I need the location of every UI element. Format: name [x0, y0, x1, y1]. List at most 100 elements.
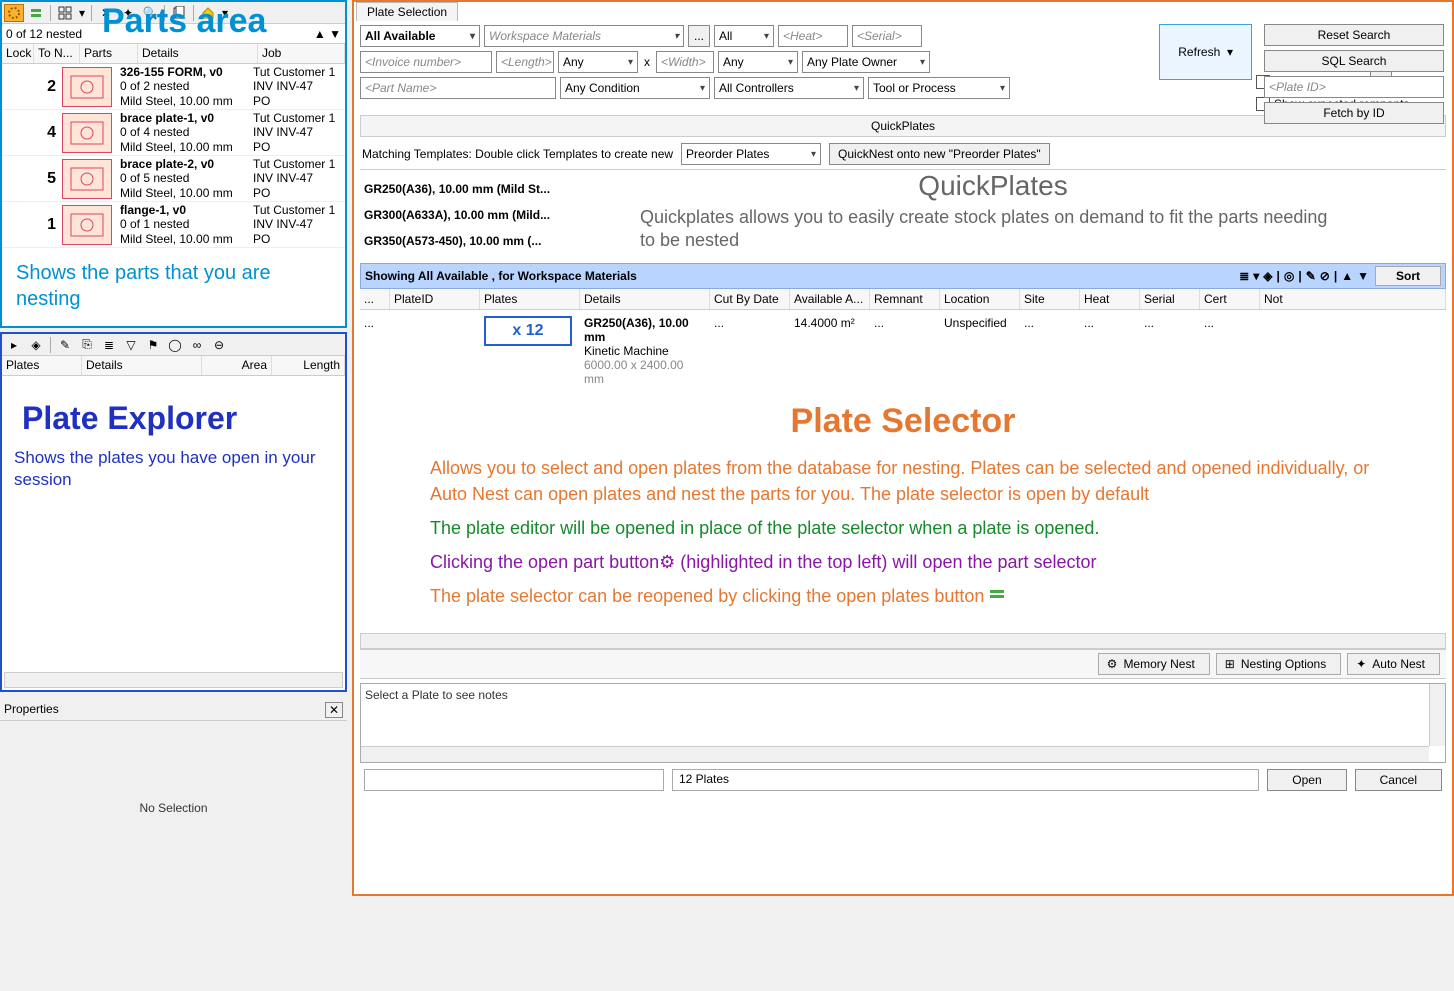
clip-icon[interactable]: ⎘ [77, 336, 97, 354]
parts-grid-header: Lock To N... Parts Details Job [2, 44, 345, 64]
filter-icon[interactable]: ▽ [121, 336, 141, 354]
options-icon: ⊞ [1225, 657, 1235, 671]
notes-hscroll[interactable] [361, 746, 1429, 762]
plate-thumbnail: x 12 [484, 316, 572, 346]
tools-icon[interactable]: ✕ [96, 4, 116, 22]
quicknest-button[interactable]: QuickNest onto new "Preorder Plates" [829, 143, 1050, 165]
plate-explorer-caption: Shows the plates you have open in your s… [2, 447, 345, 491]
footer-slot[interactable] [364, 769, 664, 791]
tag-icon[interactable]: ◈ [26, 336, 46, 354]
plate-selection-panel: Plate Selection All Available Workspace … [352, 0, 1454, 896]
plate-selector-title: Plate Selector [430, 396, 1376, 451]
dropdown-icon[interactable]: ▾ [77, 4, 87, 22]
partname-input[interactable]: <Part Name> [360, 77, 556, 99]
tag2-icon[interactable]: ◈ [1263, 269, 1272, 283]
gear-icon: ⚙ [659, 552, 675, 572]
part-thumbnail [62, 205, 112, 245]
template-item[interactable]: GR300(A633A), 10.00 mm (Mild... [364, 202, 596, 228]
brush2-icon[interactable]: ✎ [1306, 269, 1316, 283]
collapse-up-icon[interactable]: ▲ [314, 27, 326, 41]
open-button[interactable]: Open [1267, 769, 1346, 791]
nesting-options-button[interactable]: ⊞Nesting Options [1216, 653, 1341, 675]
memory-nest-button[interactable]: ⚙Memory Nest [1098, 653, 1210, 675]
template-item[interactable]: GR350(A573-450), 10.00 mm (... [364, 228, 596, 254]
any1-combo[interactable]: Any [558, 51, 638, 73]
plate-grid-header: ... PlateID Plates Details Cut By Date A… [360, 289, 1446, 310]
sort-button[interactable]: Sort [1375, 266, 1441, 286]
part-row[interactable]: 4 brace plate-1, v00 of 4 nestedMild Ste… [2, 110, 345, 156]
grid-icon[interactable] [55, 4, 75, 22]
properties-body: No Selection [0, 721, 347, 895]
parts-panel: ▾ ✕ ✦ 🔍 ▾ 0 of 12 nested ▲ ▼ Parts area … [0, 0, 347, 328]
up-icon[interactable]: ▲ [1341, 269, 1353, 283]
home-icon[interactable] [198, 4, 218, 22]
materials-more-button[interactable]: ... [688, 25, 710, 47]
pe-scrollbar[interactable] [4, 672, 343, 688]
part-thumbnail [62, 67, 112, 107]
parts-toolbar: ▾ ✕ ✦ 🔍 ▾ [2, 2, 345, 24]
length-input[interactable]: <Length> [496, 51, 554, 73]
collapse-down-icon[interactable]: ▼ [329, 27, 341, 41]
plateid-input[interactable]: <Plate ID> [1264, 76, 1444, 98]
part-row[interactable]: 5 brace plate-2, v00 of 5 nestedMild Ste… [2, 156, 345, 202]
open-plates-icon[interactable] [26, 4, 46, 22]
tool-combo[interactable]: Tool or Process [868, 77, 1010, 99]
part-row[interactable]: 1 flange-1, v00 of 1 nestedMild Steel, 1… [2, 202, 345, 248]
template-item[interactable]: GR250(A36), 10.00 mm (Mild St... [364, 176, 596, 202]
notes-vscroll[interactable] [1429, 684, 1445, 746]
pin-icon[interactable]: ▸ [4, 336, 24, 354]
parts-caption: Shows the parts that you are nesting [2, 248, 345, 324]
any2-combo[interactable]: Any [718, 51, 798, 73]
brush-icon[interactable]: ✎ [55, 336, 75, 354]
target-icon[interactable]: ◎ [1284, 269, 1294, 283]
refresh-button[interactable]: Refresh ▾ [1159, 24, 1252, 80]
flag-icon[interactable]: ⚑ [143, 336, 163, 354]
controllers-combo[interactable]: All Controllers [714, 77, 864, 99]
down-icon[interactable]: ▼ [1357, 269, 1369, 283]
properties-title: Properties [4, 702, 59, 718]
all-combo[interactable]: All [714, 25, 774, 47]
list-icon[interactable]: ≣ [1239, 269, 1249, 283]
hscrollbar[interactable] [360, 633, 1446, 649]
plate-grid-row[interactable]: ... x 12 GR250(A36), 10.00 mm Kinetic Ma… [360, 310, 1446, 392]
minus-icon[interactable]: ⊖ [209, 336, 229, 354]
condition-combo[interactable]: Any Condition [560, 77, 710, 99]
part-thumbnail [62, 113, 112, 153]
notes-box[interactable]: Select a Plate to see notes [360, 683, 1446, 763]
tab-plate-selection[interactable]: Plate Selection [356, 2, 458, 21]
open-part-icon[interactable] [4, 4, 24, 22]
fetch-by-id-button[interactable]: Fetch by ID [1264, 102, 1444, 124]
availability-combo[interactable]: All Available [360, 25, 480, 47]
wand2-icon: ✦ [1356, 657, 1366, 671]
block-icon[interactable]: ⊘ [1320, 269, 1330, 283]
part-row[interactable]: 2 326-155 FORM, v00 of 2 nestedMild Stee… [2, 64, 345, 110]
preorder-combo[interactable]: Preorder Plates [681, 143, 821, 165]
globe-icon[interactable]: ◯ [165, 336, 185, 354]
plate-explorer-title: Plate Explorer [2, 376, 345, 447]
wand-icon[interactable]: ✦ [118, 4, 138, 22]
showing-label: Showing All Available , for Workspace Ma… [365, 269, 637, 283]
plate-explorer-toolbar: ▸ ◈ ✎ ⎘ ≣ ▽ ⚑ ◯ ∞ ⊖ [2, 334, 345, 356]
home-dropdown-icon[interactable]: ▾ [220, 4, 230, 22]
nested-summary: 0 of 12 nested [6, 27, 82, 41]
width-input[interactable]: <Width> [656, 51, 714, 73]
part-thumbnail [62, 159, 112, 199]
invoice-input[interactable]: <Invoice number> [360, 51, 492, 73]
materials-combo[interactable]: Workspace Materials [484, 25, 684, 47]
properties-panel: Properties ✕ No Selection [0, 700, 347, 895]
cancel-button[interactable]: Cancel [1355, 769, 1442, 791]
heat-input[interactable]: <Heat> [778, 25, 848, 47]
serial-input[interactable]: <Serial> [852, 25, 922, 47]
owner-combo[interactable]: Any Plate Owner [802, 51, 930, 73]
stack2-icon[interactable]: ≣ [99, 336, 119, 354]
link-icon[interactable]: ∞ [187, 336, 207, 354]
sql-search-button[interactable]: SQL Search [1264, 50, 1444, 72]
auto-nest-button[interactable]: ✦Auto Nest [1347, 653, 1440, 675]
reset-search-button[interactable]: Reset Search [1264, 24, 1444, 46]
search-icon[interactable]: 🔍 [140, 4, 160, 22]
footer-status: 12 Plates [672, 769, 1259, 791]
quickplates-title: QuickPlates [640, 170, 1346, 202]
close-icon[interactable]: ✕ [325, 702, 343, 718]
copy-icon[interactable] [169, 4, 189, 22]
plate-explorer-panel: ▸ ◈ ✎ ⎘ ≣ ▽ ⚑ ◯ ∞ ⊖ Plates Details Area … [0, 332, 347, 692]
